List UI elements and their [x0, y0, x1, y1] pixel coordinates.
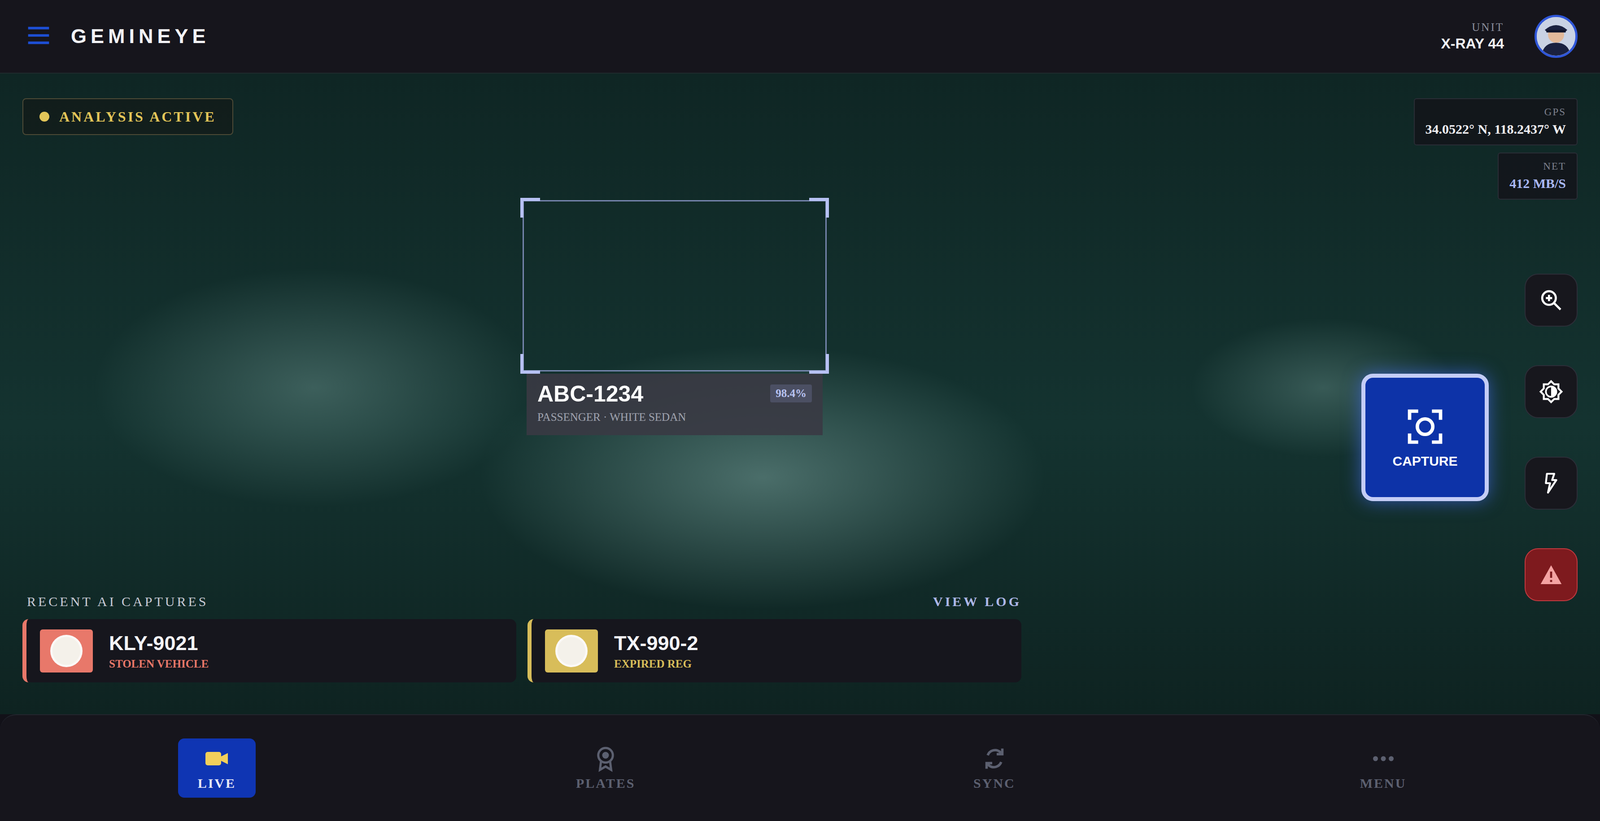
hamburger-icon — [26, 22, 52, 48]
video-icon — [203, 745, 231, 772]
menu-button[interactable] — [26, 22, 52, 50]
zoom-button[interactable] — [1524, 273, 1578, 327]
capture-label: CAPTURE — [1392, 453, 1458, 469]
unit-label: UNIT — [1471, 21, 1505, 34]
nav-cell: LIVE — [22, 738, 412, 798]
flash-icon — [1538, 470, 1564, 496]
officer-avatar-icon — [1536, 17, 1576, 56]
nav-label: LIVE — [197, 775, 236, 791]
warning-icon — [1538, 562, 1564, 588]
sync-icon — [980, 745, 1008, 772]
nav-cell: PLATES — [411, 738, 801, 798]
plate-number: ABC-1234 — [537, 381, 644, 407]
status-dot — [39, 111, 50, 122]
detection-box[interactable] — [522, 200, 827, 372]
bracket-corner — [809, 197, 829, 218]
analysis-status: ANALYSIS ACTIVE — [22, 98, 234, 136]
more-dots-icon — [1369, 745, 1397, 772]
telemetry-label: NET — [1543, 160, 1566, 173]
tool-column — [1524, 273, 1578, 602]
nav-item[interactable]: MENU — [1344, 738, 1422, 798]
app-logo: GEMINEYE — [70, 24, 210, 48]
camera-feed: ANALYSIS ACTIVE GPS 34.0522° N, 118.2437° … — [0, 73, 1600, 715]
bracket-corner — [809, 353, 829, 374]
capture-list: KLY-9021 STOLEN VEHICLE TX-990-2 EXPIRED RE… — [22, 619, 1022, 683]
telemetry-value: 34.0522° N, 118.2437° W — [1425, 121, 1566, 137]
capture-icon — [1404, 405, 1446, 448]
unit-name: X-RAY 44 — [1440, 35, 1505, 53]
alert-button[interactable] — [1524, 548, 1578, 602]
flash-button[interactable] — [1524, 456, 1578, 510]
unit-info: UNITX-RAY 44 — [1440, 21, 1505, 53]
top-bar: GEMINEYE UNITX-RAY 44 — [0, 0, 1600, 74]
bracket-corner — [520, 353, 541, 374]
detection-label: ABC-1234 98.4% PASSENGER · WHITE SEDAN — [526, 373, 823, 436]
capture-text: TX-990-2 EXPIRED REG — [614, 631, 699, 671]
recent-captures: RECENT AI CAPTURES VIEW LOG KLY-9021 STOLEN… — [22, 593, 1022, 683]
capture-card[interactable]: KLY-9021 STOLEN VEHICLE — [22, 619, 517, 683]
avatar[interactable] — [1534, 14, 1578, 58]
view-log-link[interactable]: VIEW LOG — [932, 593, 1022, 610]
recent-header: RECENT AI CAPTURES VIEW LOG — [22, 593, 1022, 610]
nav-label: SYNC — [973, 775, 1016, 791]
capture-status: EXPIRED REG — [614, 657, 699, 671]
confidence-badge: 98.4% — [770, 384, 812, 403]
badge-pin-icon — [592, 745, 620, 772]
nav-item[interactable]: LIVE — [178, 738, 256, 798]
detection-header: ABC-1234 98.4% — [537, 381, 812, 407]
nav-label: PLATES — [575, 775, 636, 791]
thumbnail-disc — [50, 634, 83, 668]
vehicle-description: PASSENGER · WHITE SEDAN — [537, 410, 812, 424]
capture-plate: TX-990-2 — [614, 631, 699, 655]
bottom-nav: LIVE PLATES SYNC MENU — [0, 714, 1600, 821]
status-label: ANALYSIS ACTIVE — [59, 108, 217, 126]
telemetry-label: GPS — [1544, 106, 1566, 118]
telemetry-box: NET 412 MB/S — [1497, 152, 1578, 200]
telemetry: GPS 34.0522° N, 118.2437° W NET 412 MB/S — [1413, 98, 1578, 200]
section-title: RECENT AI CAPTURES — [26, 593, 209, 610]
capture-thumbnail — [39, 629, 93, 673]
nav-cell: MENU — [1188, 738, 1578, 798]
nav-item[interactable]: PLATES — [566, 738, 645, 798]
capture-thumbnail — [544, 629, 598, 673]
nav-label: MENU — [1360, 775, 1407, 791]
telemetry-value: 412 MB/S — [1509, 175, 1566, 192]
bracket-corner — [520, 197, 541, 218]
brightness-button[interactable] — [1524, 365, 1578, 419]
telemetry-box: GPS 34.0522° N, 118.2437° W — [1413, 98, 1578, 146]
capture-button[interactable]: CAPTURE — [1361, 373, 1489, 502]
capture-card[interactable]: TX-990-2 EXPIRED REG — [527, 619, 1022, 683]
zoom-icon — [1538, 287, 1564, 313]
nav-cell: SYNC — [800, 738, 1190, 798]
capture-plate: KLY-9021 — [108, 631, 209, 655]
capture-status: STOLEN VEHICLE — [108, 657, 209, 671]
nav-item[interactable]: SYNC — [955, 738, 1034, 798]
brightness-icon — [1538, 379, 1564, 405]
thumbnail-disc — [555, 634, 588, 668]
capture-text: KLY-9021 STOLEN VEHICLE — [108, 631, 209, 671]
